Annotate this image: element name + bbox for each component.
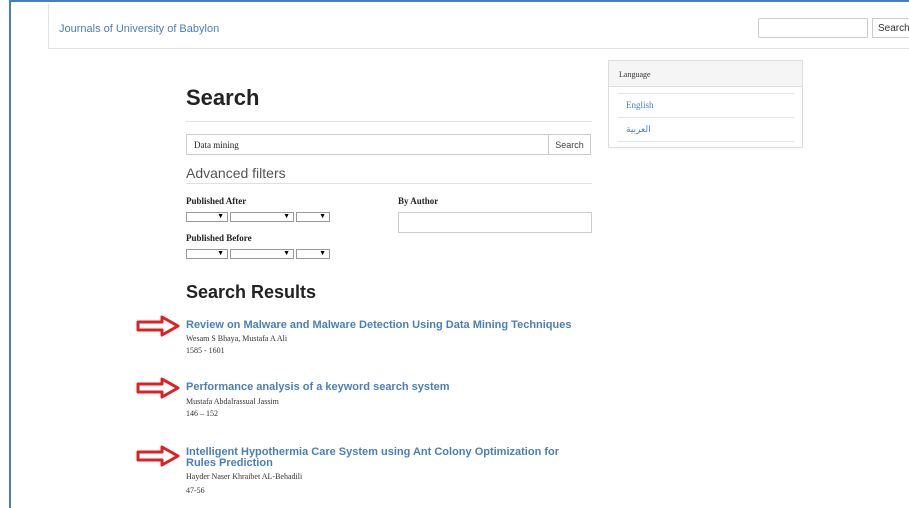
- divider: [618, 117, 794, 118]
- language-option-arabic[interactable]: العربية: [626, 124, 651, 135]
- result-title-link[interactable]: Intelligent Hypothermia Care System usin…: [186, 447, 559, 469]
- divider: [186, 183, 592, 184]
- search-submit-button[interactable]: Search: [548, 134, 591, 155]
- result-authors: Mustafa Abdalrassual Jassim: [186, 397, 279, 406]
- by-author-label: By Author: [398, 196, 439, 206]
- header-search-button[interactable]: Search: [872, 18, 909, 38]
- window-frame-top: [9, 0, 909, 2]
- divider: [186, 121, 592, 122]
- red-arrow-annotation-icon: [136, 315, 180, 337]
- search-query-input[interactable]: [186, 134, 549, 155]
- published-after-day-select[interactable]: ▼: [296, 212, 330, 222]
- author-input[interactable]: [398, 212, 592, 233]
- divider: [618, 141, 794, 142]
- result-pages: 47-56: [186, 486, 205, 495]
- published-after-year-select[interactable]: ▼: [186, 212, 228, 222]
- header-search-input[interactable]: [758, 18, 868, 38]
- page-title: Search: [186, 85, 260, 110]
- result-pages: 146 – 152: [186, 409, 218, 418]
- window-frame-left: [9, 0, 11, 508]
- published-after-label: Published After: [186, 196, 247, 206]
- result-authors: Wesam S Bhaya, Mustafa A Ali: [186, 334, 288, 343]
- language-heading: Language: [609, 61, 802, 87]
- published-before-year-select[interactable]: ▼: [186, 249, 228, 259]
- published-before-day-select[interactable]: ▼: [296, 249, 330, 259]
- language-block: Language English العربية: [608, 60, 803, 148]
- search-results-heading: Search Results: [186, 282, 317, 302]
- advanced-filters-heading: Advanced filters: [186, 165, 286, 181]
- result-title-line: Rules Prediction: [186, 457, 273, 469]
- published-after-month-select[interactable]: ▼: [230, 212, 294, 222]
- result-title-link[interactable]: Review on Malware and Malware Detection …: [186, 320, 571, 331]
- divider: [618, 93, 794, 94]
- result-title-link[interactable]: Performance analysis of a keyword search…: [186, 382, 450, 393]
- red-arrow-annotation-icon: [136, 377, 180, 399]
- result-authors: Hayder Naser Khraibet AL-Behadili: [186, 472, 303, 481]
- result-pages: 1585 - 1601: [186, 346, 225, 355]
- site-header: Journals of University of Babylon Search: [48, 4, 909, 49]
- site-title-link[interactable]: Journals of University of Babylon: [59, 23, 219, 35]
- red-arrow-annotation-icon: [136, 445, 180, 467]
- language-option-english[interactable]: English: [626, 100, 654, 110]
- published-before-month-select[interactable]: ▼: [230, 249, 294, 259]
- published-before-label: Published Before: [186, 233, 252, 243]
